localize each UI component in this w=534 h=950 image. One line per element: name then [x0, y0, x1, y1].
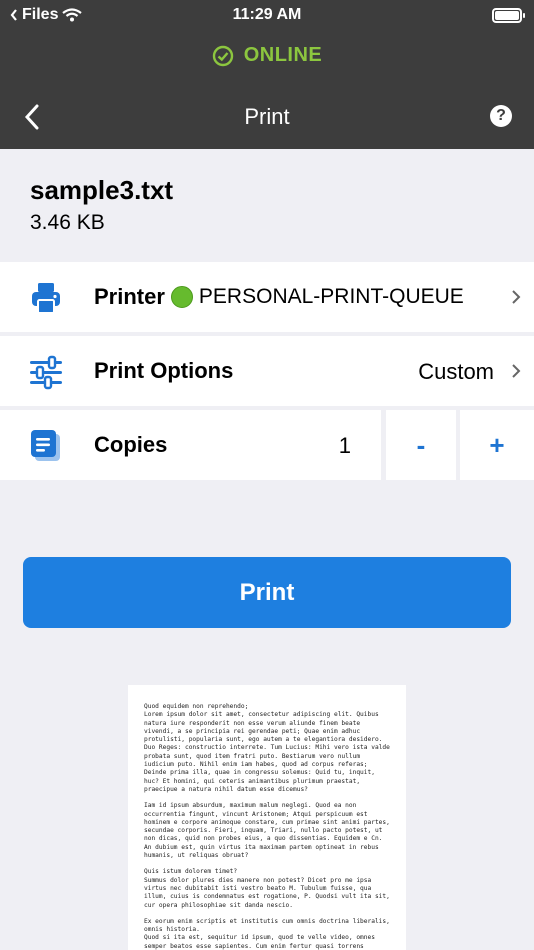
preview-paragraph: Iam id ipsum absurdum, maximum malum neg… [144, 802, 390, 860]
printer-status-dot [170, 286, 193, 308]
check-circle-icon [212, 45, 233, 66]
nav-bar: Print ? [0, 92, 534, 142]
decrement-copies-button[interactable]: - [386, 410, 456, 480]
printer-queue: PERSONAL-PRINT-QUEUE [198, 285, 464, 308]
print-button[interactable]: Print [23, 557, 511, 628]
copies-row: Copies 1 [0, 410, 381, 480]
sliders-icon [30, 355, 62, 390]
preview-paragraph: Quis istum dolorem timet? Summus dolor p… [144, 868, 390, 909]
chevron-right-icon [512, 364, 521, 378]
print-options-row[interactable]: Print Options Custom [0, 336, 534, 406]
status-bar: Files 11:29 AM [0, 0, 534, 32]
preview-paragraph: Quod equidem non reprehendo; Lorem ipsum… [144, 703, 390, 793]
battery-icon [492, 8, 525, 23]
top-bar: Files 11:29 AM ONLINE Print ? [0, 0, 534, 149]
page-title: Print [244, 104, 290, 129]
file-size: 3.46 KB [30, 211, 105, 234]
print-options-label: Print Options [94, 358, 234, 383]
printer-label-group: Printer PERSONAL-PRINT-QUEUE [94, 284, 464, 310]
copies-icon [31, 430, 60, 461]
copies-value: 1 [338, 433, 351, 458]
connection-status: ONLINE [0, 44, 534, 67]
file-info: sample3.txt 3.46 KB [0, 149, 534, 262]
status-time: 11:29 AM [232, 6, 302, 23]
chevron-right-icon [512, 290, 521, 304]
print-options-value: Custom [418, 359, 494, 384]
preview-paragraph: Ex eorum enim scriptis et institutis cum… [144, 917, 390, 950]
file-name: sample3.txt [30, 175, 174, 205]
copies-label: Copies [94, 432, 168, 457]
increment-copies-button[interactable]: + [460, 410, 534, 480]
printer-label: Printer [94, 284, 165, 309]
printer-icon [32, 283, 60, 314]
document-preview: Quod equidem non reprehendo; Lorem ipsum… [128, 685, 406, 950]
printer-row[interactable]: Printer PERSONAL-PRINT-QUEUE [0, 262, 534, 332]
connection-label: ONLINE [243, 44, 323, 66]
question-icon[interactable]: ? [490, 105, 512, 127]
